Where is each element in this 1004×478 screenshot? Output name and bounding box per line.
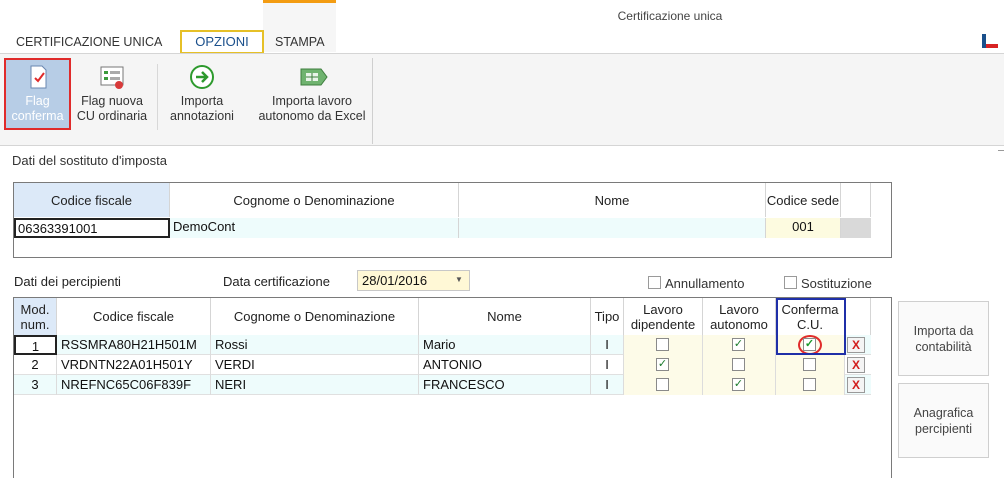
- row-dipendente-cell: ✓: [624, 355, 703, 375]
- sostituto-codice-sede-field[interactable]: 001: [766, 218, 841, 238]
- header-tipo: Tipo: [591, 298, 624, 335]
- conferma-highlight: [776, 298, 846, 355]
- row-nome: Mario: [419, 335, 591, 355]
- delete-row-button[interactable]: X: [847, 337, 865, 353]
- sostituto-nome-field[interactable]: [459, 218, 766, 238]
- header-codice-fiscale: Codice fiscale: [57, 298, 211, 335]
- autonomo-checkbox[interactable]: ✓: [732, 338, 745, 351]
- document-check-icon: [25, 64, 51, 90]
- importa-annotazioni-button[interactable]: Importa annotazioni: [162, 58, 242, 130]
- window-logo-icon: [982, 34, 998, 48]
- header-lavoro-autonomo: Lavoro autonomo: [703, 298, 776, 335]
- arrow-right-circle-icon: [189, 64, 215, 90]
- sostituzione-checkbox[interactable]: [784, 276, 797, 289]
- header-delete: [845, 298, 871, 335]
- row-conferma-cell: [776, 355, 845, 375]
- header-codice-sede: Codice sede: [766, 183, 841, 217]
- tab-opzioni[interactable]: OPZIONI: [180, 30, 264, 54]
- row-delete-cell: X: [845, 355, 871, 375]
- header-cognome: Cognome o Denominazione: [170, 183, 459, 217]
- importa-excel-label: Importa lavoro autonomo da Excel: [258, 94, 366, 123]
- row-autonomo-cell: [703, 355, 776, 375]
- row-tipo: I: [591, 375, 624, 395]
- row-tipo: I: [591, 355, 624, 375]
- row-cognome: NERI: [211, 375, 419, 395]
- row-tipo: I: [591, 335, 624, 355]
- data-certificazione-label: Data certificazione: [223, 274, 330, 289]
- sostituto-row-end: [841, 218, 871, 238]
- row-delete-cell: X: [845, 375, 871, 395]
- table-row[interactable]: 1 RSSMRA80H21H501M Rossi Mario I ✓ ✓ X: [14, 335, 871, 355]
- sostituto-cognome-field[interactable]: DemoCont: [170, 218, 459, 238]
- tab-stampa[interactable]: STAMPA: [275, 30, 325, 54]
- row-num: 3: [14, 375, 57, 395]
- row-nome: ANTONIO: [419, 355, 591, 375]
- data-certificazione-value: 28/01/2016: [362, 273, 428, 288]
- row-autonomo-cell: ✓: [703, 335, 776, 355]
- divider: [998, 150, 1004, 151]
- flag-nuova-label: Flag nuova CU ordinaria: [76, 94, 148, 123]
- header-lavoro-dipendente: Lavoro dipendente: [624, 298, 703, 335]
- conferma-checkbox[interactable]: [803, 358, 816, 371]
- row-codice-fiscale: RSSMRA80H21H501M: [57, 335, 211, 355]
- header-nome: Nome: [419, 298, 591, 335]
- row-cognome: Rossi: [211, 335, 419, 355]
- dipendente-checkbox[interactable]: [656, 378, 669, 391]
- table-row[interactable]: 2 VRDNTN22A01H501Y VERDI ANTONIO I ✓ X: [14, 355, 871, 375]
- row-codice-fiscale: NREFNC65C06F839F: [57, 375, 211, 395]
- anagrafica-percipienti-button[interactable]: Anagrafica percipienti: [898, 383, 989, 458]
- delete-row-button[interactable]: X: [847, 377, 865, 393]
- window-title: Certificazione unica: [617, 9, 723, 23]
- dipendente-checkbox[interactable]: [656, 338, 669, 351]
- autonomo-checkbox[interactable]: ✓: [732, 378, 745, 391]
- flag-conferma-button[interactable]: Flag conferma: [4, 58, 71, 130]
- sostituzione-label: Sostituzione: [801, 276, 872, 291]
- row-conferma-cell: [776, 375, 845, 395]
- delete-row-button[interactable]: X: [847, 357, 865, 373]
- header-codice-fiscale: Codice fiscale: [14, 183, 170, 217]
- ribbon-separator: [372, 58, 373, 144]
- row-dipendente-cell: [624, 375, 703, 395]
- autonomo-checkbox[interactable]: [732, 358, 745, 371]
- annullamento-label: Annullamento: [665, 276, 745, 291]
- row-cognome: VERDI: [211, 355, 419, 375]
- row-dipendente-cell: [624, 335, 703, 355]
- percipienti-table: Mod. num. Codice fiscale Cognome o Denom…: [13, 297, 892, 478]
- flag-conferma-label: Flag conferma: [11, 94, 64, 123]
- tab-certificazione-unica[interactable]: CERTIFICAZIONE UNICA: [16, 30, 162, 54]
- importa-excel-button[interactable]: Importa lavoro autonomo da Excel: [252, 58, 372, 130]
- sostituto-panel: Codice fiscale Cognome o Denominazione N…: [13, 182, 892, 258]
- row-codice-fiscale: VRDNTN22A01H501Y: [57, 355, 211, 375]
- header-nome: Nome: [459, 183, 766, 217]
- percipienti-section-label: Dati dei percipienti: [14, 274, 121, 289]
- annullamento-checkbox[interactable]: [648, 276, 661, 289]
- header-spacer: [841, 183, 871, 217]
- table-row[interactable]: 3 NREFNC65C06F839F NERI FRANCESCO I ✓ X: [14, 375, 871, 395]
- ribbon-separator: [157, 64, 158, 130]
- row-nome: FRANCESCO: [419, 375, 591, 395]
- row-num: 1: [14, 335, 57, 355]
- flag-nuova-cu-button[interactable]: Flag nuova CU ordinaria: [73, 58, 151, 130]
- sostituto-section-label: Dati del sostituto d'imposta: [12, 153, 167, 168]
- row-autonomo-cell: ✓: [703, 375, 776, 395]
- sostituto-codice-fiscale-field[interactable]: 06363391001: [14, 218, 170, 238]
- header-mod-num: Mod. num.: [14, 298, 57, 335]
- importa-contabilita-button[interactable]: Importa da contabilità: [898, 301, 989, 376]
- dipendente-checkbox[interactable]: ✓: [656, 358, 669, 371]
- excel-import-icon: [299, 64, 328, 90]
- row-num: 2: [14, 355, 57, 375]
- row-delete-cell: X: [845, 335, 871, 355]
- importa-annotazioni-label: Importa annotazioni: [170, 94, 234, 123]
- conferma-checkbox[interactable]: [803, 378, 816, 391]
- checklist-icon: [99, 64, 125, 90]
- header-cognome: Cognome o Denominazione: [211, 298, 419, 335]
- dropdown-arrow-icon[interactable]: ▼: [455, 275, 463, 284]
